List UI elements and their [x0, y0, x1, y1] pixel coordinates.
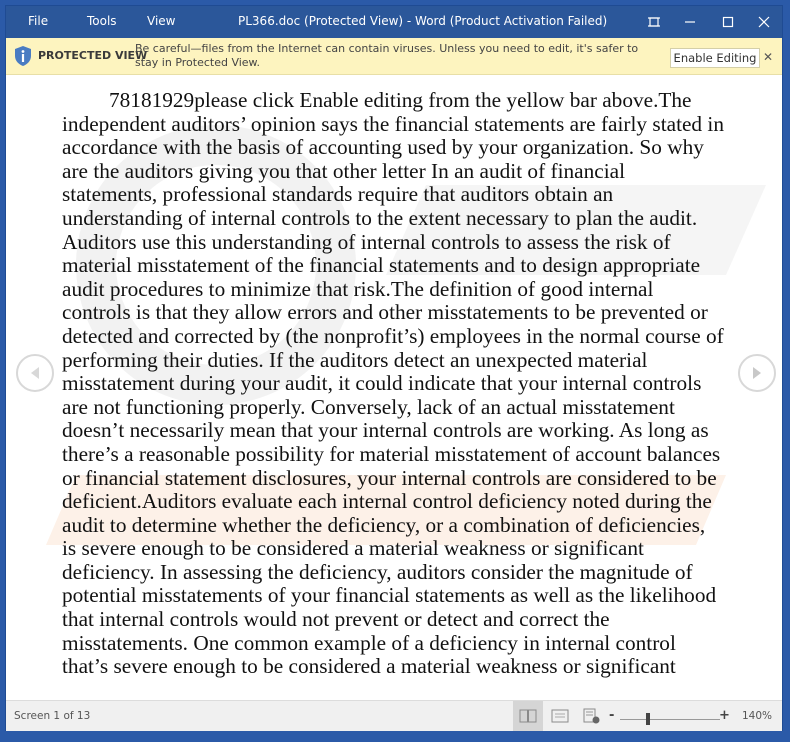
- focus-mode-button[interactable]: [636, 6, 672, 38]
- book-icon: [519, 709, 537, 723]
- menu-tools[interactable]: Tools: [87, 14, 117, 28]
- zoom-out-button[interactable]: -: [609, 708, 614, 723]
- zoom-slider-thumb[interactable]: [646, 713, 650, 725]
- zoom-level[interactable]: 140%: [742, 710, 772, 722]
- window-title: PL366.doc (Protected View) - Word (Produ…: [238, 14, 608, 28]
- status-bar: Screen 1 of 13 - + 140%: [6, 700, 782, 731]
- print-layout-button[interactable]: [545, 701, 575, 731]
- arrow-left-icon: [31, 367, 39, 379]
- title-bar: File Tools View PL366.doc (Protected Vie…: [6, 6, 782, 38]
- protected-view-label: PROTECTED VIEW: [38, 49, 148, 62]
- zoom-in-button[interactable]: +: [719, 708, 730, 723]
- close-window-button[interactable]: [746, 6, 782, 38]
- screen-counter: Screen 1 of 13: [14, 710, 91, 722]
- web-layout-button[interactable]: [577, 701, 607, 731]
- minimize-icon: [685, 21, 695, 23]
- protected-view-bar: PROTECTED VIEW Be careful—files from the…: [6, 38, 782, 75]
- document-paragraph: 78181929please click Enable editing from…: [62, 88, 724, 679]
- document-area: 78181929please click Enable editing from…: [6, 75, 782, 700]
- previous-screen-button[interactable]: [16, 354, 54, 392]
- close-icon: [758, 16, 770, 28]
- document-body: 78181929please click Enable editing from…: [62, 88, 724, 679]
- shield-info-icon: [15, 46, 31, 66]
- word-window: File Tools View PL366.doc (Protected Vie…: [6, 6, 782, 731]
- maximize-button[interactable]: [710, 6, 746, 38]
- enable-editing-button[interactable]: Enable Editing: [670, 48, 760, 68]
- web-page-icon: [583, 708, 600, 724]
- next-screen-button[interactable]: [738, 354, 776, 392]
- close-bar-icon[interactable]: ✕: [763, 50, 773, 64]
- protected-view-message: Be careful—files from the Internet can c…: [135, 42, 639, 69]
- zoom-slider-track[interactable]: [620, 719, 720, 720]
- minimize-button[interactable]: [672, 6, 708, 38]
- menu-view[interactable]: View: [147, 14, 175, 28]
- focus-mode-icon: [648, 17, 660, 27]
- menu-file[interactable]: File: [28, 14, 48, 28]
- maximize-icon: [722, 16, 734, 28]
- page-icon: [551, 709, 569, 723]
- arrow-right-icon: [753, 367, 761, 379]
- read-mode-button[interactable]: [513, 701, 543, 731]
